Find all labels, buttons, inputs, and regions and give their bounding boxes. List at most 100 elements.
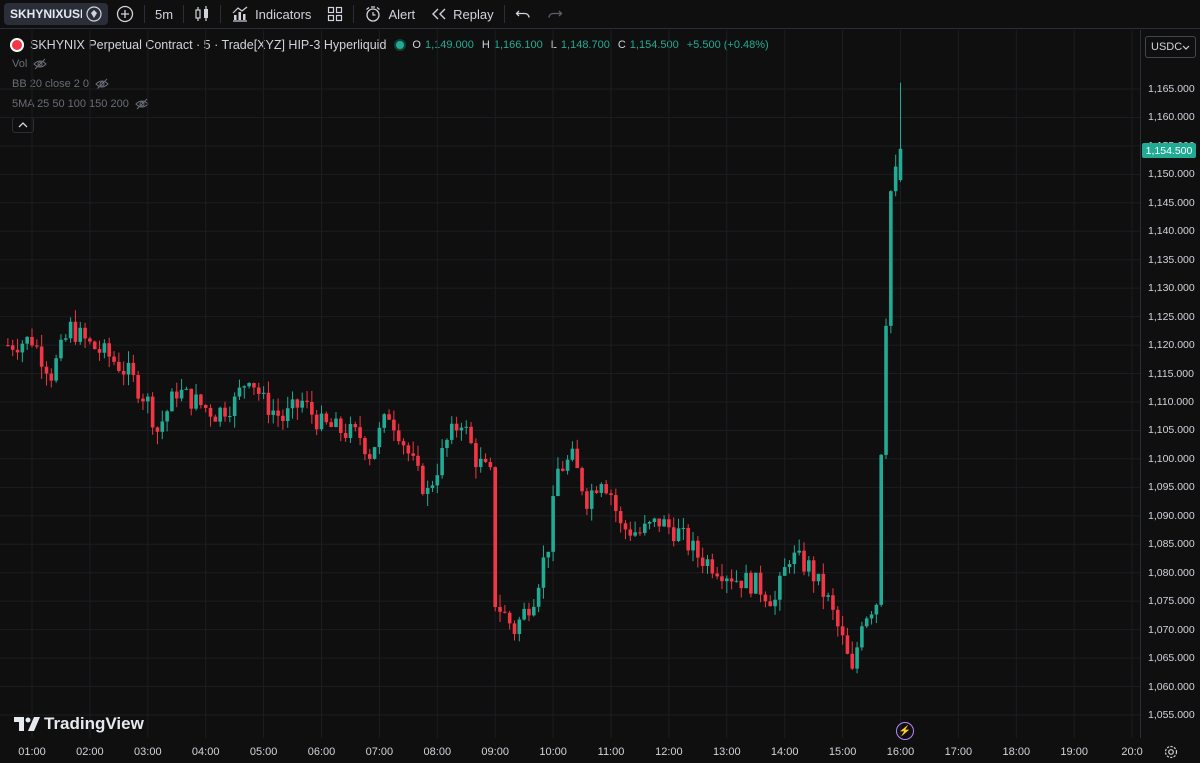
candle-body (174, 391, 179, 399)
candle-body (305, 400, 309, 402)
candle-body (421, 465, 425, 494)
candle-body (782, 567, 787, 576)
candle-body (300, 400, 304, 408)
candle-body (165, 411, 169, 422)
candle-body (136, 375, 140, 399)
candle-body (835, 609, 840, 627)
candle-body (580, 468, 584, 492)
candle-body (609, 493, 613, 496)
candle-body (54, 358, 58, 381)
candle-body (184, 388, 189, 390)
undo-button[interactable] (507, 0, 539, 29)
candle-body (334, 418, 338, 427)
candle-body (39, 346, 44, 367)
time-tick-label: 09:00 (481, 746, 509, 758)
candle-body (469, 426, 473, 444)
lightning-icon[interactable]: ⚡ (896, 722, 914, 740)
candle-body (155, 427, 160, 432)
candle-body (642, 523, 647, 533)
candle-body (353, 424, 358, 428)
candle-body (406, 445, 411, 454)
candle-body (131, 362, 136, 376)
price-tick-label: 1,100.000 (1148, 452, 1195, 465)
candle-body (816, 573, 821, 582)
candle-body (860, 626, 864, 648)
time-tick-label: 17:00 (944, 746, 973, 758)
price-tick-label: 1,080.000 (1148, 566, 1195, 579)
time-tick-label: 20:0 (1121, 746, 1143, 758)
time-tick-label: 08:00 (423, 746, 452, 758)
indicators-button[interactable]: Indicators (223, 0, 319, 29)
divider (183, 5, 185, 23)
compare-button[interactable] (108, 0, 142, 29)
price-tick-label: 1,055.000 (1148, 709, 1195, 721)
candle-body (367, 454, 372, 459)
candle-body (831, 595, 835, 610)
time-axis[interactable] (0, 738, 1160, 763)
candle-body (869, 614, 874, 619)
indicators-label: Indicators (255, 6, 312, 22)
candle-body (358, 427, 362, 439)
alert-button[interactable]: Alert (356, 0, 423, 29)
price-tick-label: 1,110.000 (1148, 396, 1194, 408)
gear-icon[interactable] (1164, 745, 1178, 763)
layouts-button[interactable] (319, 0, 351, 29)
chart-type-button[interactable] (186, 0, 218, 29)
candle-body (117, 361, 121, 372)
candle-body (599, 484, 604, 493)
price-tick-label: 1,140.000 (1148, 225, 1195, 238)
candle-body (411, 453, 415, 456)
candle-body (199, 394, 203, 405)
indicators-icon (231, 5, 249, 23)
redo-button[interactable] (539, 0, 571, 29)
candle-body (889, 191, 893, 326)
candle-body (73, 321, 78, 342)
time-tick-label: 05:00 (249, 746, 278, 758)
candle-body (232, 396, 237, 417)
candle-body (271, 410, 276, 415)
price-tick-label: 1,070.000 (1148, 623, 1195, 636)
candles-icon (194, 5, 210, 23)
candle-body (705, 559, 710, 567)
candle-body (691, 540, 695, 551)
candle-body (449, 423, 454, 440)
interval-button[interactable]: 5m (147, 0, 181, 29)
candle-body (850, 653, 855, 669)
price-tick-label: 1,090.000 (1148, 509, 1195, 522)
time-tick-label: 12:00 (655, 746, 683, 758)
candle-body (840, 626, 845, 636)
candle-body (753, 572, 758, 594)
top-toolbar: SKHYNIXUSDC 5m Indicators Alert (0, 0, 1200, 29)
tradingview-logo[interactable]: TradingView (14, 714, 144, 734)
symbol-search[interactable]: SKHYNIXUSDC (4, 3, 108, 25)
price-chart[interactable] (0, 30, 1140, 738)
candle-body (121, 371, 126, 375)
price-tick-label: 1,130.000 (1148, 282, 1195, 295)
price-tick-label: 1,095.000 (1148, 481, 1195, 494)
candle-body (266, 392, 271, 415)
price-tick-label: 1,125.000 (1148, 310, 1195, 323)
candle-body (107, 343, 111, 357)
candle-body (676, 528, 681, 542)
candle-body (478, 458, 483, 468)
candle-body (884, 325, 888, 455)
candle-body (223, 407, 227, 417)
price-tick-label: 1,120.000 (1148, 339, 1195, 352)
candle-body (314, 414, 319, 430)
candle-body (773, 599, 777, 607)
candle-body (459, 427, 464, 431)
candle-body (387, 414, 391, 420)
candle-body (855, 647, 859, 669)
time-tick-label: 11:00 (597, 746, 625, 758)
candle-body (710, 559, 715, 574)
candle-body (807, 560, 811, 572)
candle-body (652, 518, 657, 523)
candle-body (401, 441, 406, 446)
candle-body (749, 572, 753, 594)
price-tick-label: 1,060.000 (1148, 680, 1195, 693)
replay-button[interactable]: Replay (423, 0, 501, 29)
candle-body (382, 414, 387, 428)
candle-body (758, 572, 763, 595)
price-tick-label: 1,145.000 (1148, 196, 1195, 209)
tradingview-wordmark: TradingView (44, 714, 144, 733)
